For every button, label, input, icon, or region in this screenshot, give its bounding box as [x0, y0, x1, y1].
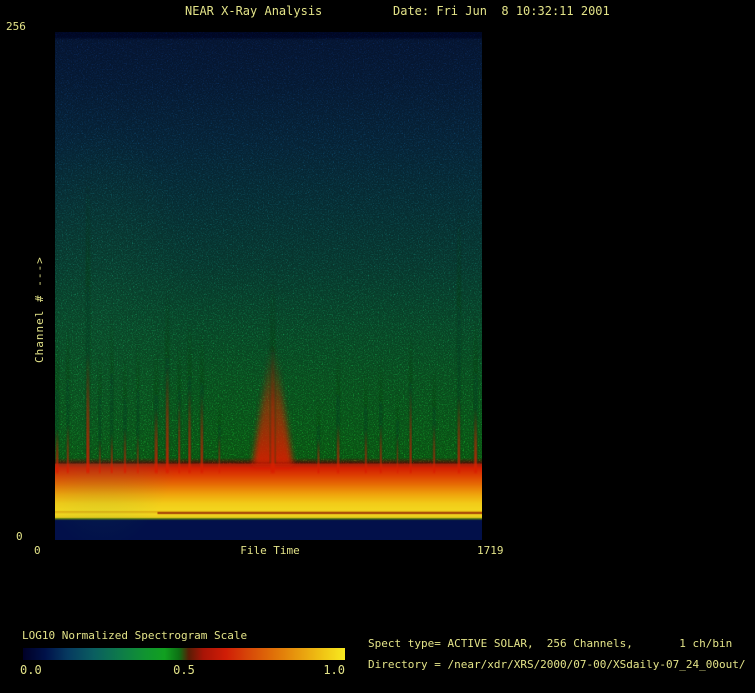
colorbar-tick-max: 1.0: [323, 663, 345, 677]
flare-spike: [155, 408, 158, 473]
y-axis-min-label: 0: [16, 531, 23, 543]
bottom-absorption-stripe: [157, 512, 482, 514]
colorbar-title: LOG10 Normalized Spectrogram Scale: [22, 630, 247, 642]
flare-spike: [86, 352, 89, 473]
flare-spike: [317, 438, 319, 473]
flare-spike: [111, 433, 113, 473]
flare-spike: [201, 393, 204, 473]
colorbar-gradient: [23, 648, 345, 660]
colorbar-tick-min: 0.0: [20, 663, 42, 677]
directory-info: Directory = /near/xdr/XRS/2000/07-00/XSd…: [368, 659, 746, 671]
page-title: NEAR X-Ray Analysis: [185, 5, 322, 17]
flare-spike: [433, 423, 435, 473]
spectrogram-overlay: [55, 32, 482, 540]
y-axis-title: Channel # --->: [33, 198, 46, 363]
flare-spike: [410, 388, 412, 473]
x-axis-min-label: 0: [34, 545, 41, 557]
timestamp: Date: Fri Jun 8 10:32:11 2001: [393, 5, 610, 17]
flare-spike: [166, 365, 169, 473]
colorbar-tick-mid: 0.5: [173, 663, 195, 677]
flare-spike: [56, 428, 59, 473]
flare-spike: [219, 433, 221, 473]
y-axis-max-label: 256: [6, 21, 26, 33]
flare-spike: [188, 388, 191, 473]
spect-type-info: Spect type= ACTIVE SOLAR, 256 Channels, …: [368, 638, 732, 650]
flare-spike: [458, 395, 461, 473]
x-axis-title: File Time: [240, 545, 300, 557]
flare-spike: [99, 438, 101, 473]
flare-spike: [271, 345, 275, 473]
flare-spike: [137, 433, 139, 473]
flare-spike: [365, 428, 367, 473]
spectrogram-plot: [55, 32, 482, 540]
near-xray-analysis-window: NEAR X-Ray Analysis Date: Fri Jun 8 10:3…: [0, 0, 755, 693]
flare-spike: [397, 433, 399, 473]
flare-spike: [337, 423, 340, 473]
flare-spike: [474, 408, 477, 473]
flare-spike: [124, 428, 126, 473]
flare-spike: [380, 423, 382, 473]
x-axis-max-label: 1719: [477, 545, 504, 557]
flare-spike: [178, 398, 180, 473]
flare-spike: [67, 423, 69, 473]
